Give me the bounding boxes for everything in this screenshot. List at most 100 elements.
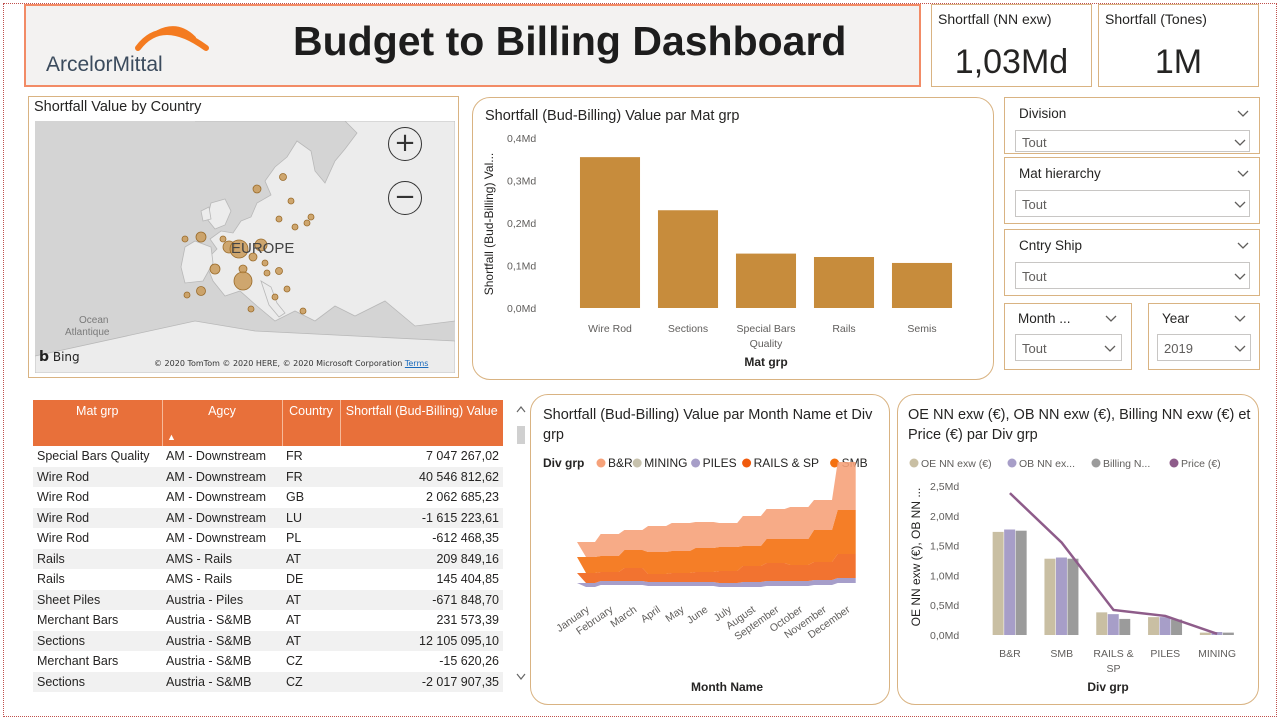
collapse-chevron-icon[interactable] bbox=[1237, 242, 1249, 250]
bar bbox=[891, 262, 953, 308]
table-row[interactable]: Sections Austria - S&MB CZ -2 017 907,35 bbox=[33, 671, 503, 692]
chart-canvas[interactable]: OE NN exw (€) OB NN ex... Billing N... Pric… bbox=[898, 395, 1258, 704]
cell-country: AT bbox=[286, 613, 302, 628]
bar bbox=[1222, 632, 1234, 635]
bar bbox=[1159, 617, 1171, 635]
scroll-up-arrow-icon bbox=[516, 406, 526, 413]
attribution-text: © 2020 TomTom © 2020 HERE, © 2020 Micros… bbox=[154, 359, 403, 368]
cell-country: GB bbox=[286, 490, 305, 505]
legend-label: B&R bbox=[608, 456, 633, 470]
bar bbox=[1015, 530, 1027, 635]
table-row[interactable]: Rails AMS - Rails AT 209 849,16 bbox=[33, 548, 503, 569]
combo-chart-div-grp[interactable]: OE NN exw (€), OB NN exw (€), Billing NN… bbox=[897, 394, 1259, 705]
x-tick-label: SP bbox=[1106, 663, 1120, 675]
slicer-dropdown[interactable]: Tout bbox=[1015, 130, 1250, 152]
chart-canvas[interactable]: 0,0Md0,1Md0,2Md0,3Md0,4MdShortfall (Bud-… bbox=[473, 98, 993, 379]
column-header-mat-grp[interactable]: Mat grp ▲ bbox=[33, 400, 176, 446]
kpi-value: 1,03Md bbox=[954, 43, 1069, 81]
y-tick-label: 1,5Md bbox=[930, 541, 959, 553]
slicer-value: Tout bbox=[1022, 269, 1047, 284]
slicer-dropdown[interactable]: Tout bbox=[1015, 190, 1250, 217]
y-axis-title: Shortfall (Bud-Billing) Val... bbox=[482, 153, 496, 296]
column-header-label: Mat grp bbox=[76, 404, 119, 418]
cell-shortfall-value: -671 848,70 bbox=[340, 589, 503, 610]
slicer-month[interactable]: Month ... Tout bbox=[1004, 303, 1132, 370]
kpi-card-shortfall-value[interactable]: Shortfall (NN exw) 1,03Md bbox=[931, 4, 1092, 87]
column-header-shortfall-value[interactable]: Shortfall (Bud-Billing) Value bbox=[340, 400, 503, 446]
table-row[interactable]: Special Bars Quality AM - Downstream FR 7 0… bbox=[33, 446, 503, 467]
cell-shortfall-value: -1 615 223,61 bbox=[340, 507, 503, 528]
cell-shortfall-value: 12 105 095,10 bbox=[340, 630, 503, 651]
zoom-in-button[interactable]: + bbox=[388, 127, 422, 161]
slicer-cntry-ship[interactable]: Cntry Ship Tout bbox=[1004, 229, 1260, 296]
cell-mat-grp: Merchant Bars bbox=[37, 613, 119, 628]
collapse-chevron-icon[interactable] bbox=[1237, 110, 1249, 118]
chart-canvas[interactable]: Div grpB&RMININGPILESRAILS & SPSMBJanuar… bbox=[531, 395, 889, 704]
x-tick-label: Wire Rod bbox=[588, 323, 632, 335]
cell-country: CZ bbox=[282, 671, 340, 692]
x-axis-title: Month Name bbox=[691, 680, 763, 694]
slicer-year[interactable]: Year 2019 bbox=[1148, 303, 1260, 370]
x-tick-label: SMB bbox=[1050, 648, 1073, 660]
slicer-dropdown[interactable]: 2019 bbox=[1157, 334, 1251, 361]
slicer-mat-hierarchy[interactable]: Mat hierarchy Tout bbox=[1004, 157, 1260, 224]
chevron-down-icon bbox=[1234, 273, 1246, 280]
chevron-down-icon bbox=[1234, 345, 1246, 352]
slicer-label: Year bbox=[1162, 311, 1190, 326]
collapse-chevron-icon[interactable] bbox=[1234, 315, 1246, 323]
zoom-out-button[interactable]: − bbox=[388, 181, 422, 215]
slicer-dropdown[interactable]: Tout bbox=[1015, 334, 1122, 361]
cell-mat-grp: Wire Rod bbox=[33, 466, 162, 487]
kpi-card-shortfall-tones[interactable]: Shortfall (Tones) 1M bbox=[1098, 4, 1259, 87]
cell-shortfall-value: 209 849,16 bbox=[340, 548, 503, 569]
table-row[interactable]: Merchant Bars Austria - S&MB CZ -15 620,26 bbox=[33, 651, 503, 672]
table-row[interactable]: Sections Austria - S&MB AT 12 105 095,10 bbox=[33, 630, 503, 651]
cell-shortfall-value: -612 468,35 bbox=[432, 531, 499, 546]
kpi-label: Shortfall (Tones) bbox=[1105, 11, 1207, 27]
bing-logo: b Bing bbox=[39, 349, 80, 365]
legend-label: PILES bbox=[703, 456, 737, 470]
sort-ascending-icon[interactable]: ▲ bbox=[167, 432, 176, 442]
cell-agcy: AMS - Rails bbox=[166, 572, 232, 587]
collapse-chevron-icon[interactable] bbox=[1105, 315, 1117, 323]
bar bbox=[1199, 632, 1211, 635]
slicer-label: Mat hierarchy bbox=[1019, 166, 1101, 181]
x-tick-label: Sections bbox=[668, 323, 708, 335]
logo-text: ArcelorMittal bbox=[46, 53, 163, 76]
table-row[interactable]: Merchant Bars Austria - S&MB AT 231 573,39 bbox=[33, 610, 503, 631]
legend-label: Price (€) bbox=[1181, 458, 1221, 470]
legend-marker bbox=[596, 458, 606, 468]
collapse-chevron-icon[interactable] bbox=[1237, 170, 1249, 178]
cell-shortfall-value: -15 620,26 bbox=[439, 654, 499, 669]
slicer-dropdown[interactable]: Tout bbox=[1015, 262, 1250, 289]
y-tick-label: 2,0Md bbox=[930, 511, 959, 523]
legend-title: Div grp bbox=[543, 456, 584, 470]
bar bbox=[992, 531, 1004, 635]
legend-label: RAILS & SP bbox=[754, 456, 819, 470]
slicer-division[interactable]: Division Tout bbox=[1004, 97, 1260, 154]
x-tick-label: Special Bars bbox=[737, 323, 796, 335]
cell-agcy: AM - Downstream bbox=[166, 449, 267, 464]
terms-link[interactable]: Terms bbox=[405, 359, 429, 368]
map-ocean-label: Atlantique bbox=[65, 327, 110, 338]
bar-chart-mat-grp[interactable]: Shortfall (Bud-Billing) Value par Mat gr… bbox=[472, 97, 994, 380]
table-scrollbar[interactable] bbox=[515, 404, 527, 690]
scroll-down-arrow-icon bbox=[516, 673, 526, 680]
column-header-agcy[interactable]: Agcy bbox=[162, 400, 283, 446]
legend-marker bbox=[632, 458, 642, 468]
map-visual[interactable]: Shortfall Value by Country EUROPE Ocean … bbox=[28, 96, 459, 378]
cell-agcy: AM - Downstream bbox=[162, 507, 282, 528]
table-row[interactable]: Wire Rod AM - Downstream PL -612 468,35 bbox=[33, 528, 503, 549]
table-row[interactable]: Sheet Piles Austria - Piles AT -671 848,70 bbox=[33, 589, 503, 610]
map-canvas[interactable]: EUROPE Ocean Atlantique bbox=[35, 121, 455, 373]
table-row[interactable]: Wire Rod AM - Downstream GB 2 062 685,23 bbox=[33, 487, 503, 508]
column-header-country[interactable]: Country bbox=[282, 400, 341, 446]
table-row[interactable]: Wire Rod AM - Downstream FR 40 546 812,62 bbox=[33, 466, 503, 487]
area-chart-month[interactable]: Shortfall (Bud-Billing) Value par Month … bbox=[530, 394, 890, 705]
cell-shortfall-value: 40 546 812,62 bbox=[340, 466, 503, 487]
data-table[interactable]: Mat grp ▲ Agcy Country Shortfall (Bud-Bi… bbox=[33, 400, 503, 696]
y-tick-label: 0,0Md bbox=[930, 630, 959, 642]
line-series-price bbox=[1009, 492, 1218, 635]
table-row[interactable]: Wire Rod AM - Downstream LU -1 615 223,61 bbox=[33, 507, 503, 528]
table-row[interactable]: Rails AMS - Rails DE 145 404,85 bbox=[33, 569, 503, 590]
